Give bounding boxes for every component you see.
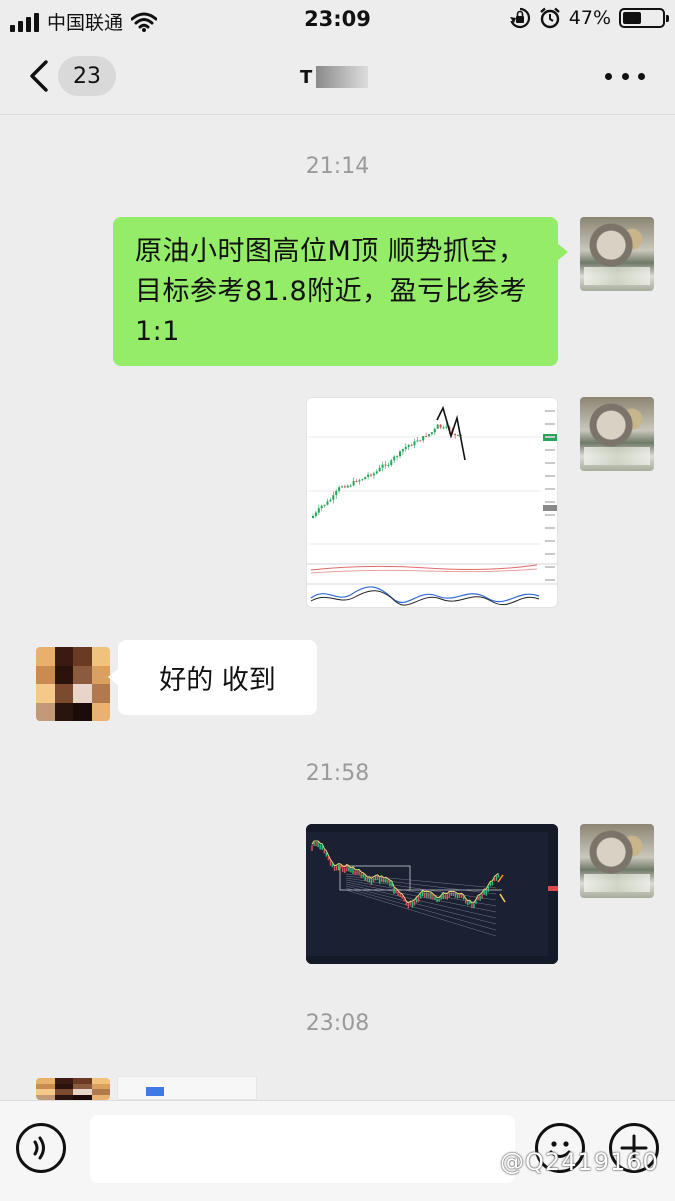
incoming-text-message[interactable]: 好的 收到	[108, 640, 317, 715]
timestamp: 21:14	[305, 154, 370, 179]
watermark: @Q2419160	[500, 1148, 659, 1176]
unread-count-badge[interactable]: 23	[58, 56, 116, 96]
timestamp: 21:58	[305, 761, 370, 786]
blurred-name	[316, 66, 369, 88]
battery-percent: 47%	[568, 7, 611, 29]
self-avatar[interactable]	[580, 397, 654, 471]
battery-icon	[619, 8, 669, 28]
more-dots-icon	[605, 72, 612, 80]
chat-title-initial: T	[300, 66, 313, 88]
outgoing-text-message[interactable]: 原油小时图高位M顶 顺势抓空，目标参考81.8附近，盈亏比参考1:1	[113, 217, 568, 366]
candlestick-chart-thumbnail	[307, 398, 557, 607]
message-input[interactable]	[90, 1115, 515, 1183]
chart-image-message[interactable]	[306, 397, 558, 608]
chat-header: 23 T	[0, 40, 675, 115]
friend-avatar[interactable]	[36, 1078, 110, 1100]
back-button[interactable]	[22, 56, 62, 96]
partial-image-message[interactable]	[117, 1076, 257, 1100]
back-chevron-icon	[30, 60, 48, 92]
dark-trading-chart-thumbnail	[306, 824, 558, 964]
alarm-icon	[539, 7, 560, 29]
timestamp: 23:08	[305, 1011, 370, 1036]
status-right: 47%	[509, 7, 669, 29]
friend-avatar[interactable]	[36, 647, 110, 721]
status-bar: 中国联通 23:09 47%	[0, 0, 675, 40]
lock-rotation-icon	[509, 7, 530, 29]
voice-icon	[33, 1136, 45, 1160]
self-avatar[interactable]	[580, 824, 654, 898]
self-avatar[interactable]	[580, 217, 654, 291]
voice-button[interactable]	[16, 1123, 66, 1173]
chat-title: T	[300, 62, 369, 92]
chart-image-message[interactable]	[306, 824, 558, 964]
more-button[interactable]	[605, 64, 645, 88]
